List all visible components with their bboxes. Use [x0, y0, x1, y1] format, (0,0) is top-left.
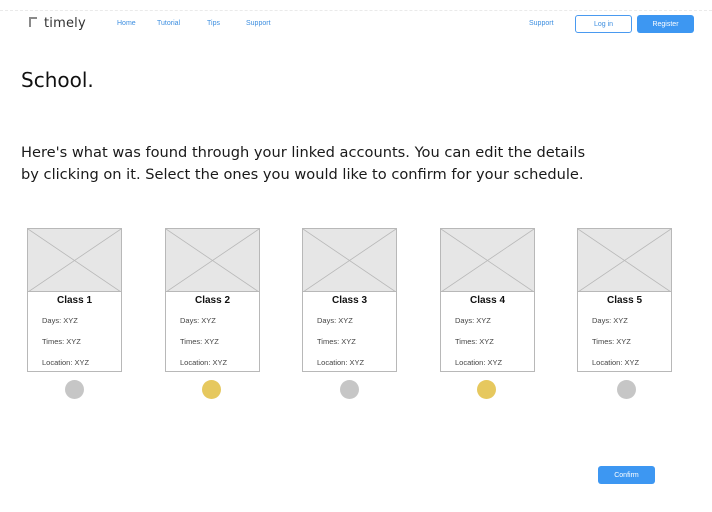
select-toggle-class-4[interactable] — [477, 380, 496, 399]
class-location: Location: XYZ — [317, 358, 365, 367]
logo-mark-icon — [29, 17, 37, 27]
class-times: Times: XYZ — [180, 337, 219, 346]
class-days: Days: XYZ — [180, 316, 216, 325]
class-card-5[interactable]: Class 5 Days: XYZ Times: XYZ Location: X… — [577, 228, 672, 372]
select-toggle-class-1[interactable] — [65, 380, 84, 399]
nav-tutorial[interactable]: Tutorial — [157, 20, 180, 27]
intro-line-1: Here's what was found through your linke… — [21, 144, 586, 161]
page-title: School. — [21, 68, 94, 92]
class-location: Location: XYZ — [180, 358, 228, 367]
class-days: Days: XYZ — [317, 316, 353, 325]
class-days: Days: XYZ — [455, 316, 491, 325]
intro-text: Here's what was found through your linke… — [21, 142, 641, 186]
class-title: Class 1 — [56, 295, 93, 306]
class-card-2[interactable]: Class 2 Days: XYZ Times: XYZ Location: X… — [165, 228, 260, 372]
intro-line-2: by clicking on it. Select the ones you w… — [21, 166, 584, 183]
top-divider — [0, 10, 712, 11]
select-toggle-class-2[interactable] — [202, 380, 221, 399]
class-times: Times: XYZ — [317, 337, 356, 346]
class-days: Days: XYZ — [592, 316, 628, 325]
image-placeholder-icon — [441, 229, 534, 292]
image-placeholder-icon — [303, 229, 396, 292]
class-location: Location: XYZ — [42, 358, 90, 367]
class-title: Class 2 — [194, 295, 231, 306]
login-button[interactable]: Log in — [575, 15, 632, 33]
class-times: Times: XYZ — [592, 337, 631, 346]
class-days: Days: XYZ — [42, 316, 78, 325]
class-location: Location: XYZ — [592, 358, 640, 367]
class-card-4[interactable]: Class 4 Days: XYZ Times: XYZ Location: X… — [440, 228, 535, 372]
logo[interactable]: timely — [29, 16, 86, 31]
image-placeholder-icon — [166, 229, 259, 292]
class-location: Location: XYZ — [455, 358, 503, 367]
image-placeholder-icon — [28, 229, 121, 292]
class-times: Times: XYZ — [42, 337, 81, 346]
class-card-1[interactable]: Class 1 Days: XYZ Times: XYZ Location: X… — [27, 228, 122, 372]
support-link[interactable]: Support — [529, 20, 554, 27]
class-title: Class 3 — [331, 295, 368, 306]
class-title: Class 5 — [606, 295, 643, 306]
class-card-3[interactable]: Class 3 Days: XYZ Times: XYZ Location: X… — [302, 228, 397, 372]
nav-home[interactable]: Home — [117, 20, 136, 27]
class-times: Times: XYZ — [455, 337, 494, 346]
image-placeholder-icon — [578, 229, 671, 292]
nav-support[interactable]: Support — [246, 20, 271, 27]
logo-text: timely — [44, 16, 86, 31]
select-toggle-class-3[interactable] — [340, 380, 359, 399]
nav-tips[interactable]: Tips — [207, 20, 220, 27]
confirm-button[interactable]: Confirm — [598, 466, 655, 484]
class-title: Class 4 — [469, 295, 506, 306]
register-button[interactable]: Register — [637, 15, 694, 33]
select-toggle-class-5[interactable] — [617, 380, 636, 399]
